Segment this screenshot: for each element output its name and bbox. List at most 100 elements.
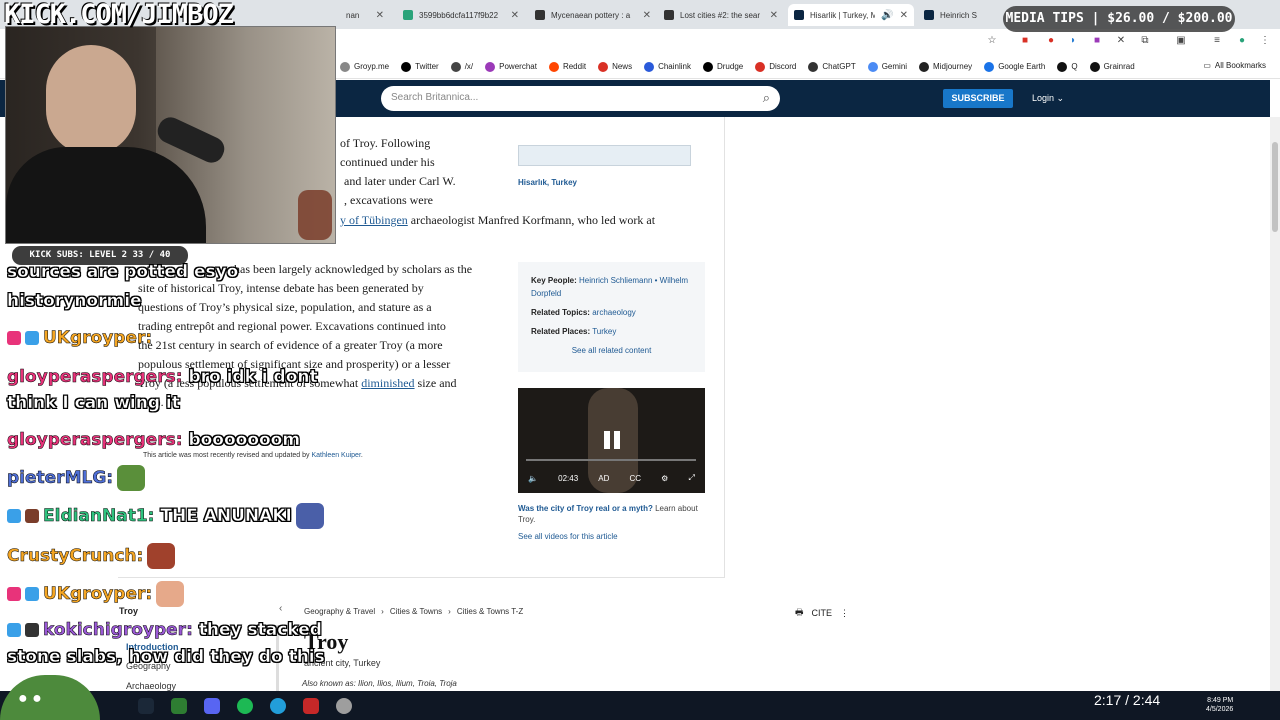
search-icon[interactable]: ⌕	[763, 90, 770, 106]
video-title-link[interactable]: Was the city of Troy real or a myth?	[518, 504, 653, 513]
all-bookmarks[interactable]: ▭ All Bookmarks	[1203, 61, 1266, 70]
audio-description-icon[interactable]: AD	[598, 474, 609, 483]
profile-icon[interactable]: ●	[1236, 35, 1248, 47]
related-places-label: Related Places:	[531, 327, 591, 336]
close-icon[interactable]: ✕	[643, 10, 651, 21]
university-link[interactable]: y of Tübingen	[340, 213, 408, 227]
captions-icon[interactable]: CC	[630, 474, 642, 483]
extension-icon[interactable]: ●	[1045, 35, 1057, 47]
browser-tab[interactable]: nan ✕	[340, 4, 390, 26]
chat-message: kokichigroyper: they stacked	[7, 619, 322, 641]
verified-badge-icon	[7, 623, 21, 637]
breadcrumb-item[interactable]: Cities & Towns	[390, 607, 442, 616]
see-all-videos-link[interactable]: See all videos for this article	[518, 532, 618, 541]
extension-icon[interactable]: ◗	[1067, 35, 1079, 47]
downloads-icon[interactable]: ≡	[1211, 35, 1223, 47]
bookmark[interactable]: /x/	[450, 61, 473, 72]
extension-icon[interactable]: ■	[1019, 35, 1031, 47]
steam-icon[interactable]	[138, 698, 154, 714]
fullscreen-icon[interactable]: ⤢	[688, 473, 694, 483]
login-menu[interactable]: Login ⌄	[1032, 93, 1064, 104]
pepe-sticker	[0, 675, 100, 720]
see-all-related-link[interactable]: See all related content	[531, 344, 692, 357]
author-link[interactable]: Kathleen Kuiper	[311, 452, 360, 459]
breadcrumb-item[interactable]: Geography & Travel	[304, 607, 375, 616]
bookmark[interactable]: Powerchat	[485, 61, 537, 72]
revision-text: This article was most recently revised a…	[143, 452, 312, 459]
menu-icon[interactable]: ⋮	[1259, 35, 1271, 47]
bookmark[interactable]: News	[598, 61, 632, 72]
chat-text: booooooom	[188, 430, 301, 451]
diminished-link[interactable]: diminished	[361, 376, 414, 390]
bookmark[interactable]: Drudge	[702, 61, 743, 72]
star-icon[interactable]: ☆	[986, 35, 998, 47]
telegram-icon[interactable]	[270, 698, 286, 714]
cite-button[interactable]: 🖶 CITE ⋮	[795, 605, 849, 621]
close-icon[interactable]: ✕	[900, 10, 908, 21]
search-input[interactable]: Search Britannica... ⌕	[381, 86, 780, 111]
map-thumbnail[interactable]	[518, 145, 691, 166]
browser-tab[interactable]: Lost cities #2: the sear ✕	[658, 4, 784, 26]
discord-icon[interactable]	[204, 698, 220, 714]
speaker-icon[interactable]: 🔊	[881, 10, 893, 21]
breadcrumb-item[interactable]: Cities & Towns T-Z	[457, 607, 523, 616]
text-line: , excavations were	[344, 193, 433, 207]
bookmark[interactable]: Twitter	[401, 61, 439, 72]
settings-icon[interactable]: ⚙	[661, 474, 668, 483]
bookmark-icon	[1089, 61, 1100, 72]
subscribe-button[interactable]: SUBSCRIBE	[943, 89, 1013, 108]
volume-icon[interactable]: 🔈	[528, 474, 538, 483]
text-fragment: size and	[414, 376, 457, 390]
toc-item-archaeology[interactable]: Archaeology	[126, 681, 176, 691]
print-icon[interactable]: 🖶	[795, 605, 804, 621]
extension-icon[interactable]: ■	[1091, 35, 1103, 47]
system-clock[interactable]: 8:49 PM 4/5/2026	[1206, 696, 1233, 714]
bookmark[interactable]: Groyp.me	[340, 61, 389, 72]
related-places-link[interactable]: Turkey	[592, 327, 616, 336]
facts-card: Key People: Heinrich Schliemann • Wilhel…	[518, 262, 705, 372]
related-places-row: Related Places: Turkey	[531, 325, 692, 338]
spotify-icon[interactable]	[237, 698, 253, 714]
more-icon[interactable]: ⋮	[840, 608, 849, 619]
diamond-icon	[25, 587, 39, 601]
app-icon[interactable]	[303, 698, 319, 714]
bookmark[interactable]: Chainlink	[644, 61, 691, 72]
video-progress-bar[interactable]	[526, 459, 696, 461]
bookmark[interactable]: Gemini	[867, 61, 907, 72]
tab-favicon	[794, 10, 804, 20]
close-icon[interactable]: ✕	[511, 10, 519, 21]
related-topics-link[interactable]: archaeology	[592, 308, 636, 317]
scrollbar-thumb[interactable]	[1272, 142, 1278, 232]
pause-icon[interactable]	[604, 431, 620, 449]
bookmark[interactable]: Grainrad	[1089, 61, 1135, 72]
puzzle-icon[interactable]: ⧉	[1139, 35, 1151, 47]
x-icon[interactable]: ✕	[1115, 35, 1127, 47]
bookmark[interactable]: ChatGPT	[808, 61, 856, 72]
bookmark[interactable]: Google Earth	[984, 61, 1045, 72]
bookmark-icon	[598, 61, 609, 72]
bookmark[interactable]: Q	[1057, 61, 1078, 72]
anime-character-sticker	[298, 190, 332, 240]
bookmark-icon	[755, 61, 766, 72]
bookmark[interactable]: Discord	[755, 61, 797, 72]
browser-tab-active[interactable]: Hisarlik | Turkey, M 🔊 ✕	[788, 4, 914, 26]
bookmark[interactable]: Midjourney	[919, 61, 972, 72]
bookmark-icon	[1057, 61, 1068, 72]
chevron-left-icon[interactable]: ‹	[279, 603, 282, 614]
map-caption[interactable]: Hisarlık, Turkey	[518, 178, 577, 187]
bookmark[interactable]: Reddit	[548, 61, 586, 72]
text-line: rich).	[138, 395, 164, 409]
close-icon[interactable]: ✕	[376, 10, 384, 21]
revision-text: .	[360, 452, 363, 459]
chat-text: stone slabs, how did they do this	[7, 647, 325, 668]
browser-tab[interactable]: 3599bb6dcfa117f9b22 ✕	[397, 4, 525, 26]
browser-tab[interactable]: Heinrich S	[918, 4, 998, 26]
bookmark-label: Discord	[769, 62, 797, 71]
app-icon[interactable]	[171, 698, 187, 714]
tab-search-icon[interactable]: ▣	[1175, 35, 1187, 47]
close-icon[interactable]: ✕	[770, 10, 778, 21]
all-bookmarks-label: All Bookmarks	[1214, 61, 1266, 70]
video-player[interactable]: 🔈 02:43 AD CC ⚙ ⤢	[518, 388, 705, 493]
app-icon[interactable]	[336, 698, 352, 714]
browser-tab[interactable]: Mycenaean pottery : a ✕	[529, 4, 657, 26]
